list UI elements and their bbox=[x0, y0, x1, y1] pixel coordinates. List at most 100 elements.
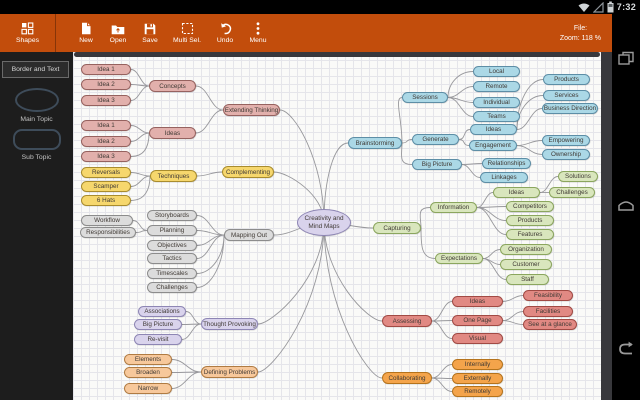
mindmap-node-capturing[interactable]: Capturing bbox=[373, 222, 421, 234]
mindmap-node-bus_dir[interactable]: Business Direction bbox=[542, 103, 598, 114]
mindmap-node-idea_b1[interactable]: Idea 1 bbox=[81, 120, 131, 131]
mindmap-edge bbox=[516, 95, 544, 130]
horizontal-scrollbar[interactable] bbox=[74, 52, 600, 57]
mindmap-node-ideas_red[interactable]: Ideas bbox=[452, 296, 503, 307]
mindmap-node-empowering[interactable]: Empowering bbox=[542, 135, 590, 146]
open-button[interactable]: Open bbox=[102, 14, 134, 52]
mindmap-node-techniques[interactable]: Techniques bbox=[150, 170, 197, 182]
back-icon[interactable] bbox=[617, 340, 635, 358]
new-button[interactable]: New bbox=[70, 14, 102, 52]
mindmap-node-assessing[interactable]: Assessing bbox=[382, 315, 432, 327]
mindmap-node-broaden[interactable]: Broaden bbox=[124, 367, 172, 378]
mindmap-node-six_hats[interactable]: 6 Hats bbox=[81, 195, 131, 206]
mindmap-node-expectations[interactable]: Expectations bbox=[435, 253, 483, 264]
mindmap-node-planning[interactable]: Planning bbox=[147, 225, 197, 236]
mindmap-node-storyboards[interactable]: Storyboards bbox=[147, 210, 197, 221]
save-button[interactable]: Save bbox=[134, 14, 166, 52]
mindmap-edge bbox=[447, 86, 474, 98]
mindmap-canvas[interactable]: Idea 1 Idea 2 Idea 3 Concepts Idea 1 Idea 2 Id… bbox=[73, 52, 601, 400]
mindmap-node-engagement[interactable]: Engagement bbox=[469, 140, 517, 151]
mindmap-node-collaborating[interactable]: Collaborating bbox=[382, 372, 432, 384]
mindmap-node-responsibilities[interactable]: Responsibilities bbox=[80, 227, 136, 238]
toolbar: Shapes New Open Save Multi Sel. Undo Men… bbox=[0, 14, 613, 52]
mindmap-edge bbox=[516, 145, 543, 155]
mindmap-edge bbox=[476, 192, 494, 208]
mindmap-node-generate[interactable]: Generate bbox=[412, 134, 459, 145]
mindmap-node-mapping_out[interactable]: Mapping Out bbox=[224, 229, 274, 241]
mindmap-node-information[interactable]: Information bbox=[430, 202, 477, 213]
mindmap-edge bbox=[196, 215, 225, 236]
mindmap-node-products_b[interactable]: Products bbox=[543, 74, 590, 85]
mindmap-node-services[interactable]: Services bbox=[543, 90, 590, 101]
mindmap-node-idea_b2[interactable]: Idea 2 bbox=[81, 136, 131, 147]
mindmap-node-complementing[interactable]: Complementing bbox=[222, 166, 274, 178]
mindmap-node-thought_prov[interactable]: Thought Provoking bbox=[201, 318, 258, 330]
mindmap-node-center[interactable]: Creativity and Mind Maps bbox=[297, 209, 351, 236]
mindmap-edge bbox=[401, 142, 413, 165]
mindmap-node-remotely[interactable]: Remotely bbox=[452, 386, 503, 397]
menu-button[interactable]: Menu bbox=[242, 14, 274, 52]
mindmap-node-concepts[interactable]: Concepts bbox=[149, 80, 196, 92]
mindmap-node-internally[interactable]: Internally bbox=[452, 359, 503, 370]
mindmap-node-revisit[interactable]: Re-visit bbox=[134, 334, 182, 345]
mindmap-node-idea_b3[interactable]: Idea 3 bbox=[81, 151, 131, 162]
mindmap-node-solutions[interactable]: Solutions bbox=[558, 171, 598, 182]
open-button-label: Open bbox=[109, 36, 127, 44]
mindmap-node-objectives[interactable]: Objectives bbox=[147, 240, 197, 251]
mindmap-node-feasibility[interactable]: Feasibility bbox=[523, 290, 573, 301]
mindmap-node-scamper[interactable]: Scamper bbox=[81, 181, 131, 192]
recent-apps-icon[interactable] bbox=[617, 50, 635, 68]
mindmap-node-big_picture_p[interactable]: Big Picture bbox=[134, 319, 182, 330]
mindmap-node-glance[interactable]: See at a glance bbox=[523, 319, 577, 330]
mindmap-edge bbox=[476, 207, 507, 235]
mindmap-node-visual[interactable]: Visual bbox=[452, 333, 503, 344]
main-topic-shape-preview[interactable] bbox=[14, 88, 59, 112]
file-label: File: bbox=[573, 24, 588, 32]
shapes-button[interactable]: Shapes bbox=[0, 14, 55, 52]
mindmap-node-ideas_green[interactable]: Ideas bbox=[493, 187, 540, 198]
mindmap-node-reversals[interactable]: Reversals bbox=[81, 167, 131, 178]
mindmap-node-idea_a2[interactable]: Idea 2 bbox=[81, 79, 131, 90]
mindmap-node-tactics[interactable]: Tactics bbox=[147, 253, 197, 264]
mindmap-node-ownership[interactable]: Ownership bbox=[542, 149, 590, 160]
mindmap-node-teams[interactable]: Teams bbox=[473, 111, 520, 122]
mindmap-node-ext_think[interactable]: Extending Thinking bbox=[223, 104, 280, 116]
home-icon[interactable] bbox=[617, 196, 635, 214]
mindmap-node-individual[interactable]: Individual bbox=[473, 97, 520, 108]
mindmap-node-sessions[interactable]: Sessions bbox=[402, 92, 448, 103]
mindmap-node-relationships[interactable]: Relationships bbox=[482, 158, 531, 169]
mindmap-node-competitors[interactable]: Competitors bbox=[506, 201, 554, 212]
mindmap-node-idea_a1[interactable]: Idea 1 bbox=[81, 64, 131, 75]
mindmap-node-one_page[interactable]: One Page bbox=[452, 315, 503, 326]
mindmap-node-staff[interactable]: Staff bbox=[506, 274, 549, 285]
mindmap-node-features[interactable]: Features bbox=[506, 229, 554, 240]
mindmap-node-associations[interactable]: Associations bbox=[138, 306, 186, 317]
mindmap-node-narrow[interactable]: Narrow bbox=[124, 383, 172, 394]
mindmap-node-linkages[interactable]: Linkages bbox=[480, 172, 528, 183]
mindmap-node-challenges_green[interactable]: Challenges bbox=[549, 187, 595, 198]
mindmap-node-defining_prob[interactable]: Defining Problems bbox=[201, 366, 258, 378]
sub-topic-shape-preview[interactable] bbox=[12, 129, 61, 150]
sidebar-item-sub-topic[interactable]: Sub Topic bbox=[0, 129, 73, 161]
mindmap-node-idea_a3[interactable]: Idea 3 bbox=[81, 95, 131, 106]
vertical-scrollbar[interactable] bbox=[601, 52, 612, 400]
mindmap-node-ideas_pink[interactable]: Ideas bbox=[149, 127, 196, 139]
sidebar-item-main-topic[interactable]: Main Topic bbox=[0, 88, 73, 123]
mindmap-node-remote[interactable]: Remote bbox=[473, 81, 520, 92]
mindmap-node-challenges_g[interactable]: Challenges bbox=[147, 282, 197, 293]
mindmap-node-customer[interactable]: Customer bbox=[500, 259, 552, 270]
mindmap-node-elements[interactable]: Elements bbox=[124, 354, 172, 365]
mindmap-node-brainstorming[interactable]: Brainstorming bbox=[348, 137, 402, 149]
mindmap-edge bbox=[130, 175, 151, 187]
mindmap-node-local[interactable]: Local bbox=[473, 66, 520, 77]
multi-select-button[interactable]: Multi Sel. bbox=[166, 14, 208, 52]
mindmap-node-workflow[interactable]: Workflow bbox=[81, 215, 133, 226]
undo-button[interactable]: Undo bbox=[208, 14, 242, 52]
mindmap-node-big_picture_b[interactable]: Big Picture bbox=[412, 159, 462, 170]
mindmap-node-externally[interactable]: Externally bbox=[452, 373, 503, 384]
mindmap-node-organization[interactable]: Organization bbox=[500, 244, 552, 255]
mindmap-node-products_g[interactable]: Products bbox=[506, 215, 554, 226]
mindmap-node-ideas_blue[interactable]: Ideas bbox=[470, 124, 517, 135]
mindmap-node-facilities[interactable]: Facilities bbox=[523, 306, 573, 317]
mindmap-node-timescales[interactable]: Timescales bbox=[147, 268, 197, 279]
